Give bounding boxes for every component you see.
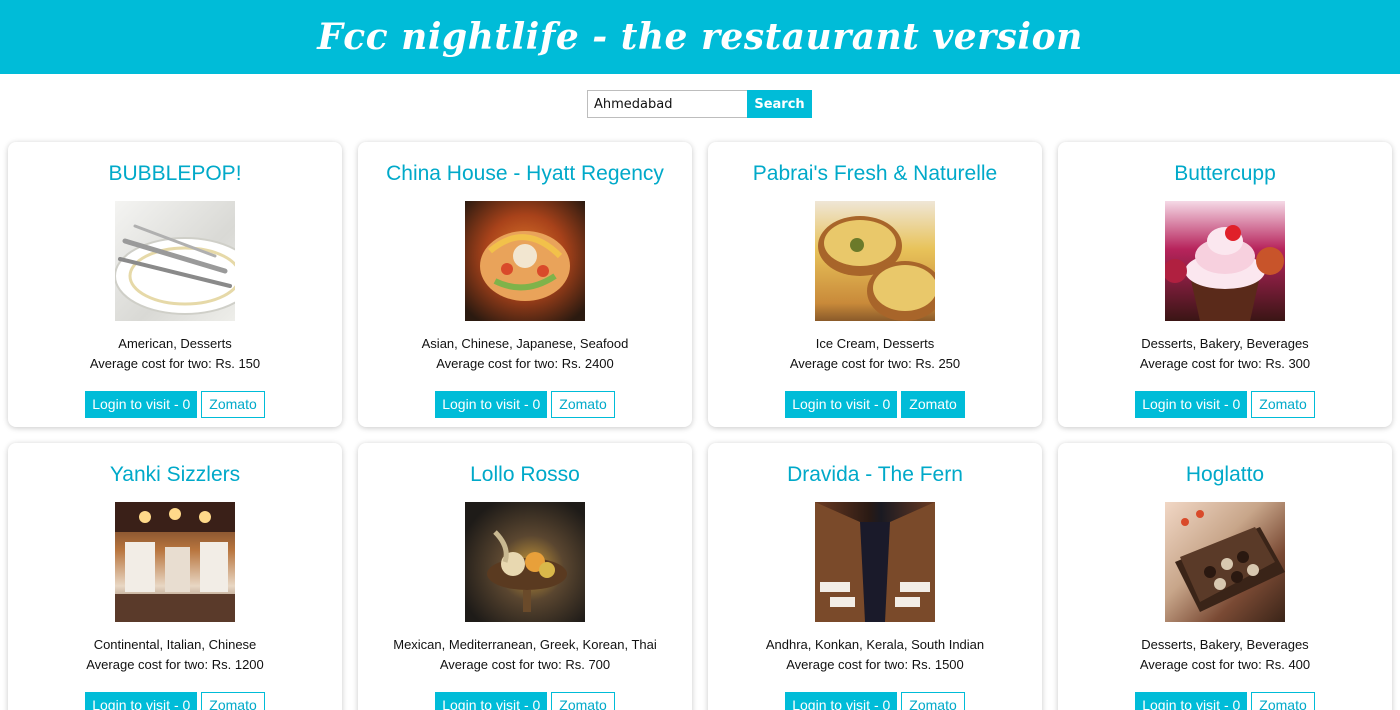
restaurant-name: Buttercupp — [1174, 162, 1276, 185]
restaurant-card: Hoglatto Desserts, Bakery, Beverages Ave… — [1058, 443, 1392, 710]
restaurant-interior-icon — [115, 502, 235, 622]
restaurant-cost: Average cost for two: Rs. 700 — [439, 657, 611, 672]
restaurant-cost: Average cost for two: Rs. 2400 — [436, 356, 614, 371]
restaurant-cost: Average cost for two: Rs. 1500 — [786, 657, 964, 672]
zomato-button[interactable]: Zomato — [201, 391, 265, 418]
restaurant-card: China House - Hyatt Regency Asian, Chine… — [358, 142, 692, 427]
card-actions: Login to visit - 0 Zomato — [85, 692, 265, 710]
restaurant-name: Pabrai's Fresh & Naturelle — [752, 162, 998, 185]
zomato-button[interactable]: Zomato — [201, 692, 265, 710]
restaurant-cost: Average cost for two: Rs. 300 — [1139, 356, 1311, 371]
restaurant-cuisine: Mexican, Mediterranean, Greek, Korean, T… — [393, 637, 657, 652]
restaurant-card: Yanki Sizzlers Continental, Italian, Chi… — [8, 443, 342, 710]
card-actions: Login to visit - 0 Zomato — [1135, 692, 1315, 710]
restaurant-cuisine: Continental, Italian, Chinese — [93, 637, 257, 652]
cupcake-icon — [1165, 201, 1285, 321]
login-to-visit-button[interactable]: Login to visit - 0 — [1135, 692, 1248, 710]
card-actions: Login to visit - 0 Zomato — [435, 692, 615, 710]
zomato-button[interactable]: Zomato — [901, 692, 965, 710]
restaurant-cuisine: Desserts, Bakery, Beverages — [1141, 637, 1309, 652]
page-title: Fcc nightlife - the restaurant version — [317, 16, 1083, 58]
login-to-visit-button[interactable]: Login to visit - 0 — [785, 692, 898, 710]
card-actions: Login to visit - 0 Zomato — [85, 391, 265, 418]
zomato-button[interactable]: Zomato — [551, 692, 615, 710]
restaurant-name: BUBBLEPOP! — [108, 162, 242, 185]
login-to-visit-button[interactable]: Login to visit - 0 — [1135, 391, 1248, 418]
restaurant-card: Dravida - The Fern Andhra, Konkan, Keral… — [708, 443, 1042, 710]
plate-cutlery-icon — [115, 201, 235, 321]
restaurant-name: China House - Hyatt Regency — [386, 162, 664, 185]
login-to-visit-button[interactable]: Login to visit - 0 — [435, 692, 548, 710]
restaurant-cost: Average cost for two: Rs. 400 — [1139, 657, 1311, 672]
login-to-visit-button[interactable]: Login to visit - 0 — [85, 391, 198, 418]
restaurant-cuisine: Desserts, Bakery, Beverages — [1141, 336, 1309, 351]
login-to-visit-button[interactable]: Login to visit - 0 — [435, 391, 548, 418]
restaurant-cost: Average cost for two: Rs. 150 — [89, 356, 261, 371]
zomato-button[interactable]: Zomato — [1251, 391, 1315, 418]
search-bar: Search — [587, 90, 812, 118]
restaurant-cuisine: Ice Cream, Desserts — [815, 336, 935, 351]
zomato-button[interactable]: Zomato — [901, 391, 965, 418]
login-to-visit-button[interactable]: Login to visit - 0 — [85, 692, 198, 710]
card-actions: Login to visit - 0 Zomato — [435, 391, 615, 418]
restaurant-cuisine: Asian, Chinese, Japanese, Seafood — [421, 336, 629, 351]
restaurant-card: Pabrai's Fresh & Naturelle Ice Cream, De… — [708, 142, 1042, 427]
restaurant-card: BUBBLEPOP! American, Desserts Average co… — [8, 142, 342, 427]
zomato-button[interactable]: Zomato — [1251, 692, 1315, 710]
chocolate-box-icon — [1165, 502, 1285, 622]
restaurant-name: Lollo Rosso — [470, 463, 580, 486]
restaurant-cuisine: American, Desserts — [118, 336, 232, 351]
zomato-button[interactable]: Zomato — [551, 391, 615, 418]
card-actions: Login to visit - 0 Zomato — [785, 692, 965, 710]
search-input[interactable] — [587, 90, 747, 118]
salad-dish-icon — [465, 201, 585, 321]
restaurant-name: Dravida - The Fern — [787, 463, 963, 486]
restaurant-card: Buttercupp Desserts, Bakery, Beverages A… — [1058, 142, 1392, 427]
platter-icon — [465, 502, 585, 622]
search-button[interactable]: Search — [747, 90, 812, 118]
restaurant-card: Lollo Rosso Mexican, Mediterranean, Gree… — [358, 443, 692, 710]
restaurant-cuisine: Andhra, Konkan, Kerala, South Indian — [765, 637, 985, 652]
restaurant-cost: Average cost for two: Rs. 250 — [789, 356, 961, 371]
login-to-visit-button[interactable]: Login to visit - 0 — [785, 391, 898, 418]
restaurant-name: Yanki Sizzlers — [109, 463, 241, 486]
card-actions: Login to visit - 0 Zomato — [785, 391, 965, 418]
dessert-bowl-icon — [815, 201, 935, 321]
restaurant-name: Hoglatto — [1185, 463, 1265, 486]
page-header: Fcc nightlife - the restaurant version — [0, 0, 1400, 74]
dining-hall-icon — [815, 502, 935, 622]
card-actions: Login to visit - 0 Zomato — [1135, 391, 1315, 418]
restaurant-cost: Average cost for two: Rs. 1200 — [86, 657, 264, 672]
restaurant-grid: BUBBLEPOP! American, Desserts Average co… — [8, 142, 1394, 710]
